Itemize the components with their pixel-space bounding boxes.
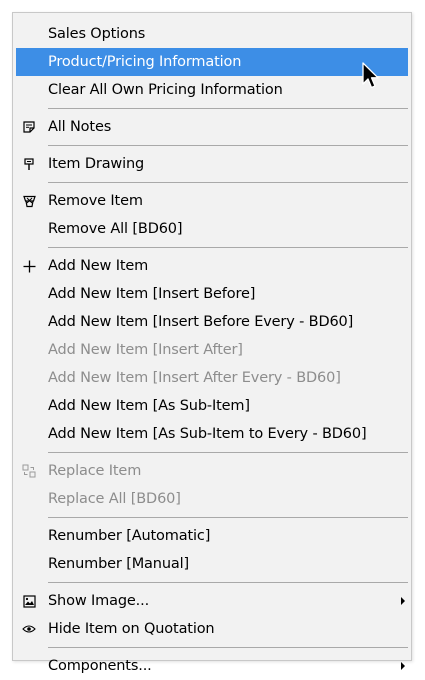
menu-item-hide-item-on-quotation[interactable]: Hide Item on Quotation — [13, 615, 411, 643]
menu-item-all-notes[interactable]: All Notes — [13, 113, 411, 141]
menu-separator — [48, 182, 408, 183]
menu-item-renumber-manual[interactable]: Renumber [Manual] — [13, 550, 411, 578]
menu-item-label: All Notes — [48, 119, 112, 135]
remove-icon — [21, 187, 37, 215]
notes-icon — [21, 113, 37, 141]
menu-item-label: Add New Item [Insert Before] — [48, 286, 256, 302]
menu-item-sales-options[interactable]: Sales Options — [13, 20, 411, 48]
menu-item-remove-all[interactable]: Remove All [BD60] — [13, 215, 411, 243]
menu-item-label: Replace All [BD60] — [48, 491, 181, 507]
plus-icon — [21, 252, 37, 280]
menu-item-label: Add New Item [As Sub-Item] — [48, 398, 250, 414]
menu-item-label: Clear All Own Pricing Information — [48, 82, 283, 98]
drawing-icon — [21, 150, 37, 178]
eye-icon — [21, 615, 37, 643]
menu-item-label: Components... — [48, 658, 152, 674]
context-menu: Sales Options Product/Pricing Informatio… — [12, 12, 412, 674]
menu-item-label: Remove All [BD60] — [48, 221, 183, 237]
menu-item-add-new-item-insert-before[interactable]: Add New Item [Insert Before] — [13, 280, 411, 308]
mouse-cursor-icon — [362, 62, 379, 89]
menu-item-clear-all-own-pricing[interactable]: Clear All Own Pricing Information — [13, 76, 411, 104]
menu-item-label: Add New Item [Insert Before Every - BD60… — [48, 314, 354, 330]
image-icon — [21, 587, 37, 615]
menu-item-add-new-item-as-sub-item-every[interactable]: Add New Item [As Sub-Item to Every - BD6… — [13, 420, 411, 448]
menu-separator — [48, 247, 408, 248]
menu-item-label: Remove Item — [48, 193, 143, 209]
menu-item-label: Add New Item [As Sub-Item to Every - BD6… — [48, 426, 367, 442]
menu-item-remove-item[interactable]: Remove Item — [13, 187, 411, 215]
menu-item-label: Sales Options — [48, 26, 146, 42]
menu-item-replace-item: Replace Item — [13, 457, 411, 485]
submenu-arrow-icon — [401, 597, 405, 605]
menu-separator — [48, 145, 408, 146]
menu-item-label: Product/Pricing Information — [48, 54, 242, 70]
menu-separator — [48, 582, 408, 583]
menu-item-add-new-item-as-sub-item[interactable]: Add New Item [As Sub-Item] — [13, 392, 411, 420]
menu-item-show-image[interactable]: Show Image... — [13, 587, 411, 615]
menu-item-components[interactable]: Components... — [13, 652, 411, 680]
menu-item-add-new-item[interactable]: Add New Item — [13, 252, 411, 280]
menu-item-renumber-automatic[interactable]: Renumber [Automatic] — [13, 522, 411, 550]
replace-icon — [21, 457, 37, 485]
menu-separator — [48, 108, 408, 109]
menu-item-label: Item Drawing — [48, 156, 145, 172]
menu-item-label: Add New Item [Insert After] — [48, 342, 243, 358]
menu-item-add-new-item-insert-after-every: Add New Item [Insert After Every - BD60] — [13, 364, 411, 392]
menu-item-label: Add New Item — [48, 258, 149, 274]
menu-item-label: Add New Item [Insert After Every - BD60] — [48, 370, 341, 386]
menu-item-replace-all: Replace All [BD60] — [13, 485, 411, 513]
menu-separator — [48, 517, 408, 518]
menu-item-label: Replace Item — [48, 463, 142, 479]
menu-item-label: Renumber [Manual] — [48, 556, 189, 572]
submenu-arrow-icon — [401, 662, 405, 670]
menu-item-add-new-item-insert-before-every[interactable]: Add New Item [Insert Before Every - BD60… — [13, 308, 411, 336]
menu-item-label: Hide Item on Quotation — [48, 621, 215, 637]
menu-item-label: Renumber [Automatic] — [48, 528, 211, 544]
menu-item-item-drawing[interactable]: Item Drawing — [13, 150, 411, 178]
menu-item-product-pricing-information[interactable]: Product/Pricing Information — [16, 48, 408, 76]
menu-item-label: Show Image... — [48, 593, 150, 609]
menu-separator — [48, 452, 408, 453]
menu-item-add-new-item-insert-after: Add New Item [Insert After] — [13, 336, 411, 364]
menu-separator — [48, 647, 408, 648]
